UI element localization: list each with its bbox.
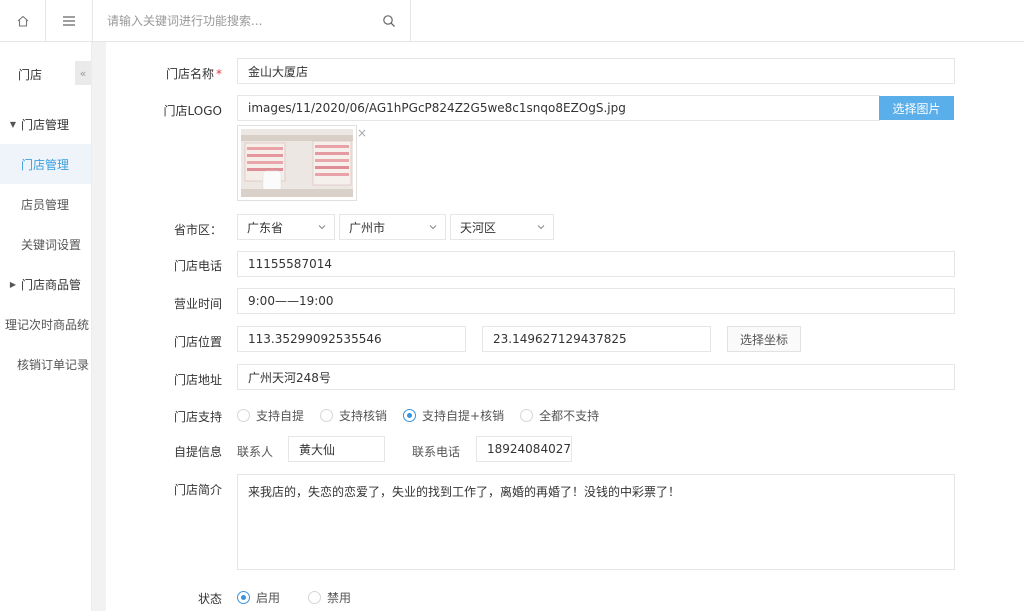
caret-down-icon: ▼	[9, 119, 17, 129]
store-photo	[241, 129, 353, 197]
sidebar-item-verify-orders[interactable]: 核销订单记录	[0, 344, 91, 384]
logo-path-input[interactable]: images/11/2020/06/AG1hPGcP824Z2G5we8c1sn…	[237, 95, 880, 121]
longitude-input[interactable]: 113.35299092535546	[237, 326, 466, 352]
hamburger-icon	[63, 16, 75, 26]
radio-checked-icon	[403, 409, 417, 422]
caret-right-icon: ▶	[9, 279, 17, 289]
sidebar-group-store-manage[interactable]: ▼ 门店管理	[0, 104, 91, 144]
city-select[interactable]: 广州市	[339, 214, 446, 240]
radio-icon	[237, 409, 250, 422]
store-photo-graphic	[241, 129, 353, 197]
menu-toggle-button[interactable]	[46, 0, 93, 42]
business-hours-label: 营业时间	[173, 297, 222, 311]
radio-checked-icon	[237, 591, 250, 604]
radio-icon	[320, 409, 334, 422]
home-button[interactable]	[0, 0, 46, 42]
search-input[interactable]	[93, 0, 373, 42]
sidebar-item-label: 关键词设置	[21, 237, 82, 252]
sidebar-item-label: 理记次时商品统	[5, 317, 90, 332]
store-address-label: 门店地址	[173, 373, 222, 387]
remove-image-icon[interactable]: ×	[357, 126, 367, 140]
sidebar-collapse-button[interactable]: «	[75, 61, 91, 85]
store-support-radio-group: 支持自提 支持核销 支持自提+核销 全都不支持	[237, 407, 615, 424]
contact-person-input[interactable]: 黄大仙	[288, 436, 385, 462]
top-bar	[0, 0, 1024, 42]
store-location-label: 门店位置	[173, 335, 222, 349]
collapse-icon: «	[79, 66, 87, 80]
pickup-info-label: 自提信息	[173, 445, 222, 459]
store-intro-label: 门店简介	[173, 483, 222, 497]
store-phone-label: 门店电话	[173, 259, 222, 273]
radio-icon	[520, 409, 534, 422]
sidebar-header: 门店 «	[0, 42, 91, 104]
choose-coordinates-button[interactable]: 选择坐标	[727, 326, 801, 352]
select-image-button[interactable]: 选择图片	[879, 96, 954, 120]
sidebar-title: 门店	[18, 68, 43, 82]
sidebar-item-label: 门店商品管	[21, 277, 82, 292]
sidebar-item-label: 门店管理	[21, 117, 70, 132]
store-phone-input[interactable]: 11155587014	[237, 251, 955, 277]
province-select[interactable]: 广东省	[237, 214, 335, 240]
support-none-radio[interactable]: 全都不支持	[520, 407, 599, 424]
sidebar-item-label: 店员管理	[21, 197, 70, 212]
store-edit-form: 门店名称 * 金山大厦店 门店LOGO images/11/2020/06/AG1…	[106, 42, 1024, 611]
district-select[interactable]: 天河区	[450, 214, 554, 240]
sidebar-item-staff-manage[interactable]: 店员管理	[0, 184, 91, 224]
sidebar-item-store-manage[interactable]: 门店管理	[0, 144, 91, 184]
sidebar: 门店 « ▼ 门店管理 门店管理 店员管理 关键词设置 ▶ 门店商品管 理记次时…	[0, 42, 92, 611]
contact-phone-input[interactable]: 18924084027	[476, 436, 572, 462]
home-icon	[17, 15, 28, 27]
radio-icon	[308, 591, 322, 604]
function-search	[93, 0, 411, 42]
store-support-label: 门店支持	[173, 410, 222, 424]
store-name-label: 门店名称 *	[165, 67, 222, 81]
region-label: 省市区：	[173, 223, 222, 237]
store-logo-label: 门店LOGO	[163, 104, 222, 118]
store-name-input[interactable]: 金山大厦店	[237, 58, 955, 84]
status-disabled-radio[interactable]: 禁用	[308, 589, 351, 606]
logo-thumbnail	[237, 125, 357, 201]
chevron-down-icon	[318, 225, 326, 230]
sidebar-item-label: 门店管理	[21, 157, 70, 172]
status-label: 状态	[197, 592, 222, 606]
support-pickup-verify-radio[interactable]: 支持自提+核销	[403, 407, 504, 424]
support-pickup-radio[interactable]: 支持自提	[237, 407, 304, 424]
content-gutter	[92, 42, 106, 611]
store-address-input[interactable]: 广州天河248号	[237, 364, 955, 390]
status-enabled-radio[interactable]: 启用	[237, 589, 280, 606]
search-icon[interactable]	[382, 14, 396, 28]
contact-person-label: 联系人	[237, 445, 274, 459]
business-hours-input[interactable]: 9:00——19:00	[237, 288, 955, 314]
contact-phone-label: 联系电话	[412, 445, 461, 459]
support-verify-radio[interactable]: 支持核销	[320, 407, 387, 424]
latitude-input[interactable]: 23.149627129437825	[482, 326, 711, 352]
required-mark: *	[216, 67, 222, 81]
sidebar-group-store-goods[interactable]: ▶ 门店商品管	[0, 264, 91, 304]
chevron-down-icon	[429, 225, 437, 230]
store-intro-textarea[interactable]: 来我店的，失恋的恋爱了，失业的找到工作了，离婚的再婚了！没钱的中彩票了！	[237, 474, 955, 570]
sidebar-item-timed-goods-stats[interactable]: 理记次时商品统	[0, 304, 91, 344]
sidebar-item-keyword-settings[interactable]: 关键词设置	[0, 224, 91, 264]
chevron-down-icon	[537, 225, 545, 230]
status-radio-group: 启用 禁用	[237, 589, 367, 606]
app-root: 门店 « ▼ 门店管理 门店管理 店员管理 关键词设置 ▶ 门店商品管 理记次时…	[0, 0, 1024, 611]
sidebar-item-label: 核销订单记录	[17, 357, 90, 372]
